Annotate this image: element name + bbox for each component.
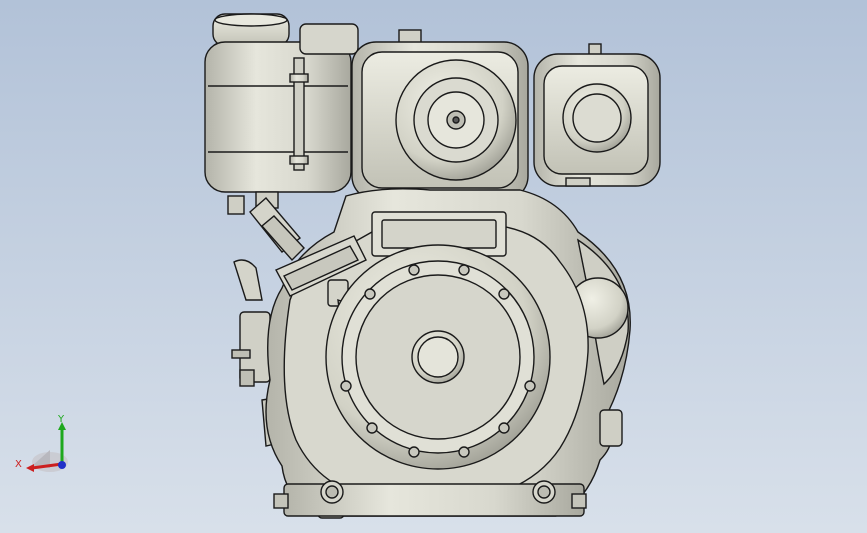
orientation-triad: Y X <box>15 414 68 472</box>
y-axis-label: Y <box>57 414 65 425</box>
engine-3d-model[interactable] <box>0 0 867 533</box>
fuel-line[interactable] <box>227 191 305 262</box>
muffler[interactable] <box>533 43 661 187</box>
air-cleaner[interactable] <box>351 29 529 201</box>
x-axis-arrowhead <box>26 464 34 472</box>
cad-graphics-viewport[interactable]: Y X <box>0 0 867 533</box>
starter-cover[interactable] <box>325 244 551 470</box>
fuel-tank[interactable] <box>204 13 359 193</box>
z-axis-dot <box>58 461 66 469</box>
x-axis-label: X <box>15 459 22 470</box>
